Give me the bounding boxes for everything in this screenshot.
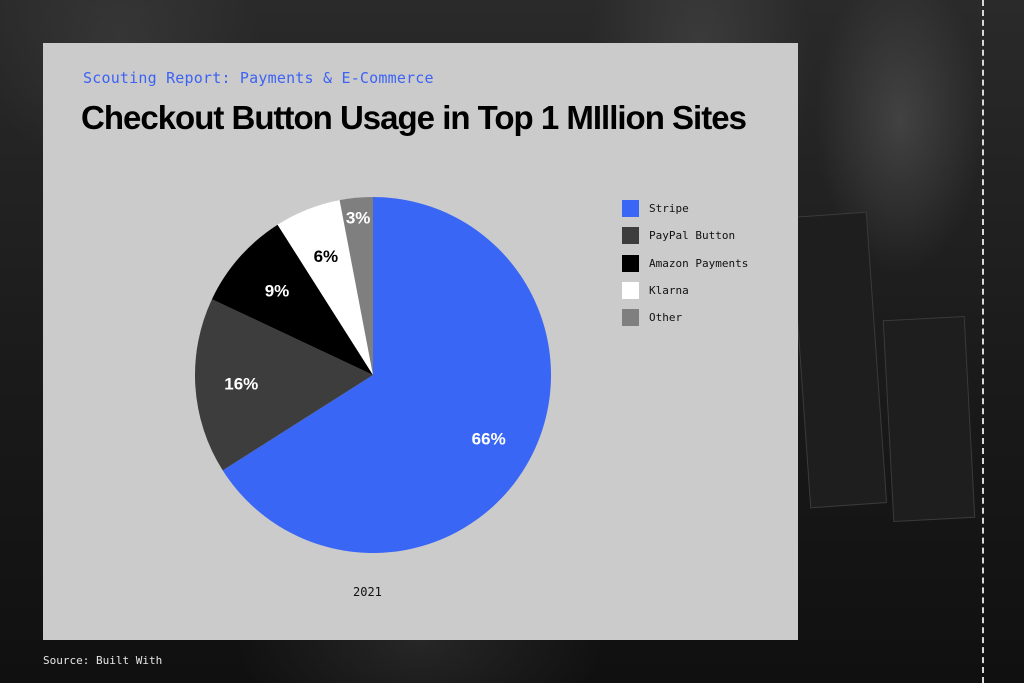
legend-label: Other [649,311,683,325]
legend-item: Other [622,304,748,331]
legend-label: Amazon Payments [649,256,749,270]
legend-item: PayPal Button [622,222,748,249]
legend-swatch [622,309,639,327]
legend-item: Amazon Payments [622,250,748,277]
source-note: Source: Built With [43,654,163,667]
pie-label-klarna: 6% [314,247,339,266]
chart-year-label: 2021 [353,585,382,599]
pie-chart: 66% 16% 9% 6% 3% [195,197,551,554]
legend-label: Klarna [649,284,689,298]
chart-legend: Stripe PayPal Button Amazon Payments Klarna… [622,195,748,331]
legend-swatch [622,200,639,218]
legend-label: Stripe [649,202,689,216]
legend-swatch [622,282,639,300]
legend-item: Klarna [622,277,748,304]
legend-swatch [622,254,639,272]
dashed-divider [982,0,984,683]
hang-tag [882,315,976,523]
pie-label-amazon-payments: 9% [265,281,290,300]
pie-label-stripe: 66% [472,430,506,449]
legend-label: PayPal Button [649,229,736,243]
chart-card: Scouting Report: Payments & E-Commerce C… [43,43,798,640]
pie-label-paypal-button: 16% [224,374,258,393]
pie-label-other: 3% [346,209,371,228]
legend-item: Stripe [622,195,748,222]
legend-swatch [622,227,639,245]
